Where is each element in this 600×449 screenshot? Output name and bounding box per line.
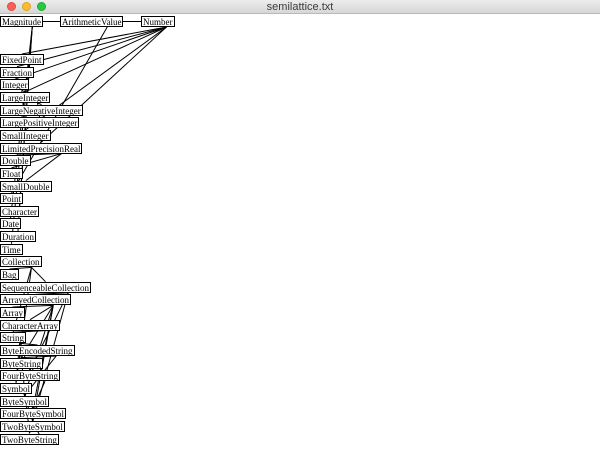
node-character-array[interactable]: CharacterArray: [0, 319, 60, 331]
title-bar[interactable]: semilattice.txt: [0, 0, 600, 14]
node-byte-symbol[interactable]: ByteSymbol: [0, 395, 50, 407]
edge-limitedprecisionreal-smalldouble: [25, 153, 62, 181]
graph-canvas: Magnitude ArithmeticValue Number FixedPoint…: [0, 14, 600, 449]
node-array[interactable]: Array: [0, 307, 25, 318]
node-byte-encoded-string[interactable]: ByteEncodedString: [0, 344, 75, 356]
node-integer[interactable]: Integer: [0, 79, 30, 91]
node-duration[interactable]: Duration: [0, 231, 36, 243]
edge-collection-sequenceablecollection: [31, 267, 46, 283]
node-two-byte-symbol[interactable]: TwoByteSymbol: [0, 420, 65, 432]
node-large-negative-integer[interactable]: LargeNegativeInteger: [0, 104, 83, 116]
node-byte-string[interactable]: ByteString: [0, 357, 44, 369]
node-fraction[interactable]: Fraction: [0, 66, 34, 78]
node-four-byte-symbol[interactable]: FourByteSymbol: [0, 408, 67, 420]
node-number[interactable]: Number: [141, 16, 175, 27]
node-symbol[interactable]: Symbol: [0, 382, 33, 394]
graph-edges: [9, 21, 167, 445]
node-four-byte-string[interactable]: FourByteString: [0, 370, 61, 382]
node-small-double[interactable]: SmallDouble: [0, 180, 52, 192]
node-bag[interactable]: Bag: [0, 269, 19, 281]
app-window: semilattice.txt Magnitude ArithmeticValue…: [0, 0, 600, 449]
node-character[interactable]: Character: [0, 205, 39, 217]
window-title: semilattice.txt: [266, 1, 334, 13]
node-double[interactable]: Double: [0, 155, 31, 167]
node-two-byte-string[interactable]: TwoByteString: [0, 433, 59, 445]
node-sequenceable-collection[interactable]: SequenceableCollection: [0, 281, 91, 293]
node-large-integer[interactable]: LargeInteger: [0, 91, 51, 103]
node-small-integer[interactable]: SmallInteger: [0, 129, 51, 141]
node-float[interactable]: Float: [0, 167, 23, 179]
node-arithmetic-value[interactable]: ArithmeticValue: [60, 16, 124, 27]
node-collection[interactable]: Collection: [0, 256, 42, 268]
node-point[interactable]: Point: [0, 193, 24, 205]
node-magnitude[interactable]: Magnitude: [0, 16, 43, 27]
edge-number-largeinteger: [24, 26, 167, 93]
node-string[interactable]: String: [0, 332, 27, 344]
node-time[interactable]: Time: [0, 243, 23, 255]
node-fixed-point[interactable]: FixedPoint: [0, 54, 44, 65]
node-limited-precision-real[interactable]: LimitedPrecisionReal: [0, 142, 83, 154]
node-date[interactable]: Date: [0, 218, 21, 230]
node-arrayed-collection[interactable]: ArrayedCollection: [0, 294, 71, 306]
node-large-positive-integer[interactable]: LargePositiveInteger: [0, 117, 80, 129]
